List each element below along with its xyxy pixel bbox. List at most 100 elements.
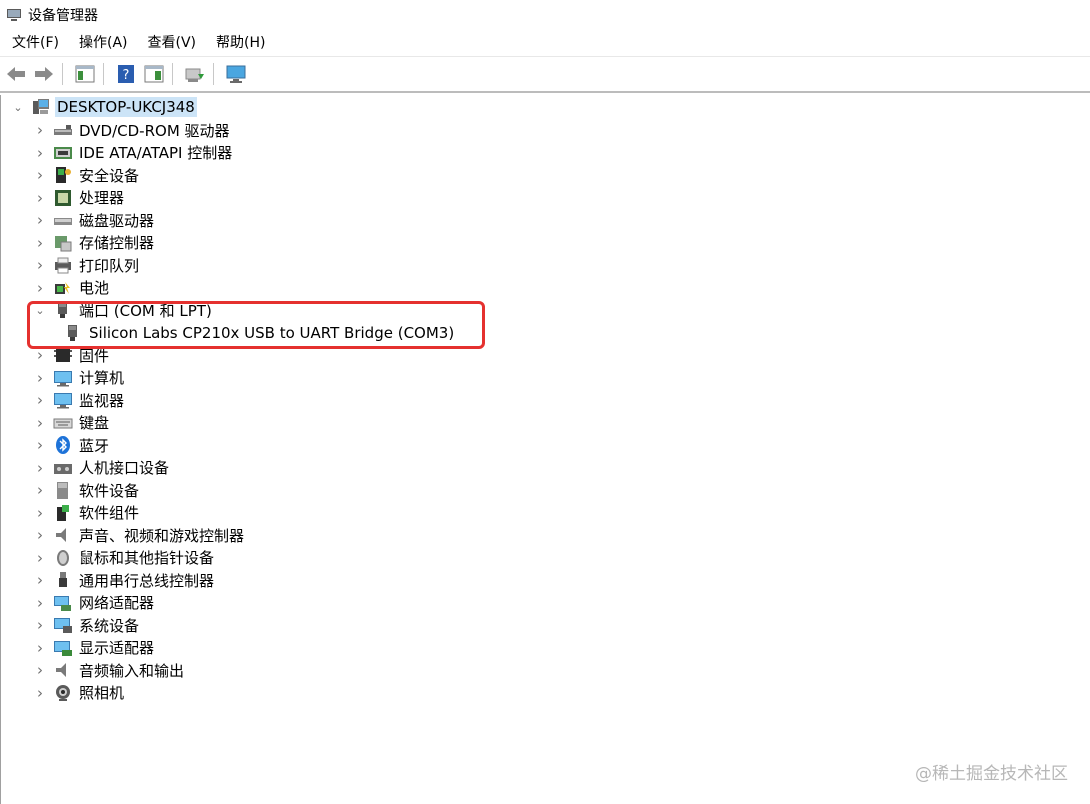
chevron-right-icon[interactable]: › xyxy=(33,457,47,479)
chevron-right-icon[interactable]: › xyxy=(33,142,47,164)
menu-bar: 文件(F) 操作(A) 查看(V) 帮助(H) xyxy=(0,30,1090,57)
forward-button[interactable] xyxy=(32,62,56,86)
scan-monitor-icon xyxy=(225,64,247,84)
usb-icon xyxy=(53,571,73,589)
show-hide-console-tree-button[interactable] xyxy=(73,62,97,86)
tree-item[interactable]: › 存储控制器 xyxy=(33,232,156,254)
chevron-right-icon[interactable]: › xyxy=(33,659,47,681)
toolbar-separator xyxy=(103,63,104,85)
tree-item-label: 电池 xyxy=(77,276,111,299)
chevron-right-icon[interactable]: › xyxy=(33,569,47,591)
tree-root-desktop[interactable]: ⌄ DESKTOP-UKCJ348 xyxy=(11,96,197,118)
chevron-right-icon[interactable]: › xyxy=(33,232,47,254)
tree-item[interactable]: › 软件设备 xyxy=(33,479,141,501)
system-device-icon xyxy=(53,616,73,634)
tree-item[interactable]: › 鼠标和其他指针设备 xyxy=(33,547,216,569)
tree-item[interactable]: › 显示适配器 xyxy=(33,637,156,659)
chevron-down-icon[interactable]: ⌄ xyxy=(11,96,25,118)
hid-icon xyxy=(53,459,73,477)
tree-item-label: 照相机 xyxy=(77,681,126,704)
tree-item-label: 打印队列 xyxy=(77,254,141,277)
tree-item[interactable]: › 照相机 xyxy=(33,682,126,704)
chevron-right-icon[interactable]: › xyxy=(33,209,47,231)
tree-item-label: 音频输入和输出 xyxy=(77,659,186,682)
properties-button[interactable] xyxy=(142,62,166,86)
tree-item[interactable]: › 处理器 xyxy=(33,187,126,209)
chevron-right-icon[interactable]: › xyxy=(33,479,47,501)
tree-item-label: DVD/CD-ROM 驱动器 xyxy=(77,119,232,142)
storage-controller-icon xyxy=(53,234,73,252)
toolbar-separator xyxy=(62,63,63,85)
chevron-right-icon[interactable]: › xyxy=(33,389,47,411)
tree-item-label: 鼠标和其他指针设备 xyxy=(77,546,216,569)
speaker-icon xyxy=(53,526,73,544)
chevron-right-icon[interactable]: › xyxy=(33,547,47,569)
scan-hardware-button[interactable] xyxy=(224,62,248,86)
tree-item-label: 蓝牙 xyxy=(77,434,111,457)
chevron-right-icon[interactable]: › xyxy=(33,434,47,456)
tree-item[interactable]: ›监视器 xyxy=(33,389,126,411)
chevron-right-icon[interactable]: › xyxy=(33,187,47,209)
tree-item-label: 安全设备 xyxy=(77,164,141,187)
chevron-right-icon[interactable]: › xyxy=(33,412,47,434)
tree-item[interactable]: › 声音、视频和游戏控制器 xyxy=(33,524,246,546)
tree-item[interactable]: ›计算机 xyxy=(33,367,126,389)
device-manager-window: 设备管理器 文件(F) 操作(A) 查看(V) 帮助(H) xyxy=(0,0,1090,804)
highlight-annotation-box xyxy=(27,301,485,349)
tree-item[interactable]: › 音频输入和输出 xyxy=(33,659,186,681)
chevron-right-icon[interactable]: › xyxy=(33,254,47,276)
tree-item[interactable]: ›网络适配器 xyxy=(33,592,156,614)
toolbar-separator xyxy=(213,63,214,85)
tree-item-label: 声音、视频和游戏控制器 xyxy=(77,524,246,547)
tree-item[interactable]: › 打印队列 xyxy=(33,254,141,276)
svg-text:?: ? xyxy=(123,68,130,83)
tree-item-label: 存储控制器 xyxy=(77,231,156,254)
tree-item[interactable]: › 电池 xyxy=(33,277,111,299)
properties-icon xyxy=(144,65,164,83)
help-book-icon: ? xyxy=(117,64,135,84)
tree-item[interactable]: › 蓝牙 xyxy=(33,434,111,456)
chevron-right-icon[interactable]: › xyxy=(33,592,47,614)
arrow-left-icon xyxy=(5,65,27,83)
tree-item-label: 处理器 xyxy=(77,186,126,209)
chevron-right-icon[interactable]: › xyxy=(33,637,47,659)
menu-view[interactable]: 查看(V) xyxy=(138,30,207,56)
menu-help[interactable]: 帮助(H) xyxy=(206,30,275,56)
update-driver-icon xyxy=(184,64,206,84)
help-button[interactable]: ? xyxy=(114,62,138,86)
back-button[interactable] xyxy=(4,62,28,86)
tree-item[interactable]: › 人机接口设备 xyxy=(33,457,171,479)
tree-item-label: 通用串行总线控制器 xyxy=(77,569,216,592)
menu-file[interactable]: 文件(F) xyxy=(2,30,69,56)
tree-item-label: 磁盘驱动器 xyxy=(77,209,156,232)
battery-icon xyxy=(53,279,73,297)
toolbar-separator xyxy=(172,63,173,85)
tree-item-label: 软件设备 xyxy=(77,479,141,502)
chevron-right-icon[interactable]: › xyxy=(33,119,47,141)
chevron-right-icon[interactable]: › xyxy=(33,614,47,636)
tree-item[interactable]: › 安全设备 xyxy=(33,164,141,186)
tree-item[interactable]: ›系统设备 xyxy=(33,614,141,636)
tree-item[interactable]: › DVD/CD-ROM 驱动器 xyxy=(33,119,232,141)
tree-item[interactable]: ›键盘 xyxy=(33,412,111,434)
keyboard-icon xyxy=(53,414,73,432)
chevron-right-icon[interactable]: › xyxy=(33,682,47,704)
update-driver-button[interactable] xyxy=(183,62,207,86)
chevron-right-icon[interactable]: › xyxy=(33,502,47,524)
menu-action[interactable]: 操作(A) xyxy=(69,30,138,56)
chevron-right-icon[interactable]: › xyxy=(33,367,47,389)
chevron-right-icon[interactable]: › xyxy=(33,524,47,546)
tree-item-label: 人机接口设备 xyxy=(77,456,171,479)
tree-item[interactable]: ›软件组件 xyxy=(33,502,141,524)
tree-item[interactable]: ›IDE ATA/ATAPI 控制器 xyxy=(33,142,234,164)
tree-item[interactable]: › 通用串行总线控制器 xyxy=(33,569,216,591)
bluetooth-icon xyxy=(53,436,73,454)
tree-item[interactable]: › 磁盘驱动器 xyxy=(33,209,156,231)
device-manager-app-icon xyxy=(6,7,22,23)
tree-item-label: 显示适配器 xyxy=(77,636,156,659)
chevron-right-icon[interactable]: › xyxy=(33,164,47,186)
chevron-right-icon[interactable]: › xyxy=(33,277,47,299)
device-tree: ⌄ DESKTOP-UKCJ348 › DVD/CD-ROM 驱动器›IDE AT… xyxy=(0,95,1090,804)
window-title: 设备管理器 xyxy=(28,5,98,25)
display-adapter-icon xyxy=(53,639,73,657)
